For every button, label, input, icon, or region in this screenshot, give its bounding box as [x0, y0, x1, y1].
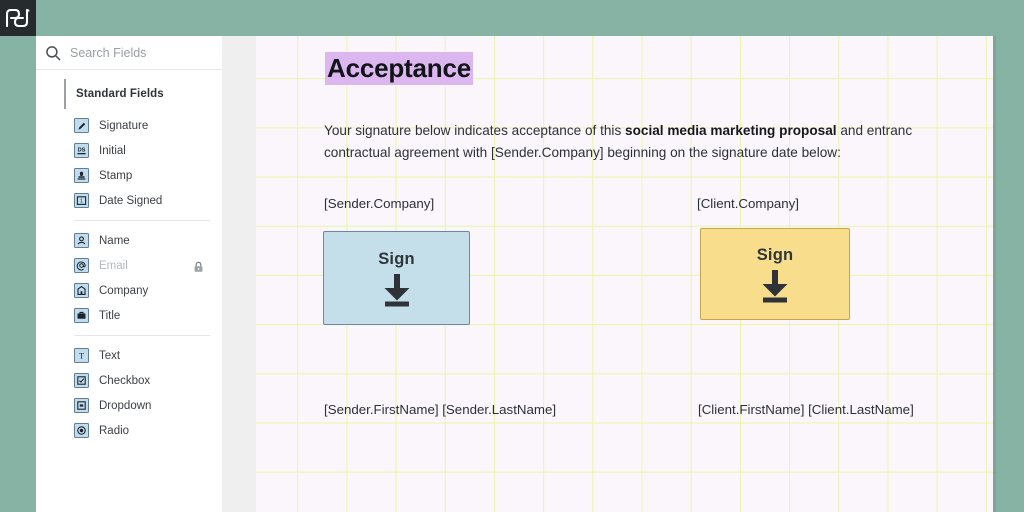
- at-sign-icon: [74, 258, 89, 273]
- download-arrow-icon: [756, 269, 794, 303]
- radio-icon: [74, 423, 89, 438]
- paragraph-line-2: contractual agreement with [Sender.Compa…: [324, 145, 841, 160]
- field-label: Company: [99, 284, 149, 297]
- left-rail: [0, 36, 36, 512]
- page-title-text: Acceptance: [325, 52, 473, 85]
- field-label: Signature: [99, 119, 149, 132]
- fields-sidebar: Standard Fields Signature DS: [36, 36, 246, 512]
- canvas-gutter: [222, 36, 256, 512]
- paragraph-line1-post: and entranc: [836, 123, 913, 138]
- svg-text:1: 1: [80, 199, 83, 205]
- section-header-standard-fields: Standard Fields: [64, 79, 222, 109]
- fields-panel-body: Standard Fields Signature DS Initial Sta…: [64, 70, 222, 512]
- sender-signature-field[interactable]: Sign: [323, 231, 470, 325]
- field-item-signature[interactable]: Signature: [64, 113, 222, 138]
- dropdown-icon: [74, 398, 89, 413]
- field-item-stamp[interactable]: Stamp: [64, 163, 222, 188]
- field-label: Initial: [99, 144, 126, 157]
- field-label: Name: [99, 234, 130, 247]
- field-group-contact: Name Email Company Title: [64, 228, 222, 328]
- field-label: Stamp: [99, 169, 133, 182]
- field-group-signing: Signature DS Initial Stamp 1 Date Signed: [64, 113, 222, 213]
- field-label: Radio: [99, 424, 130, 437]
- sender-company-label: [Sender.Company]: [324, 196, 435, 211]
- field-item-initial[interactable]: DS Initial: [64, 138, 222, 163]
- field-item-dropdown[interactable]: Dropdown: [64, 393, 222, 418]
- pen-icon: [74, 118, 89, 133]
- client-name-line: [Client.FirstName] [Client.LastName]: [698, 402, 914, 417]
- field-item-name[interactable]: Name: [64, 228, 222, 253]
- field-label: Dropdown: [99, 399, 152, 412]
- person-icon: [74, 233, 89, 248]
- paragraph-line1-pre: Your signature below indicates acceptanc…: [324, 123, 626, 138]
- field-item-text[interactable]: T Text: [64, 343, 222, 368]
- field-item-date-signed[interactable]: 1 Date Signed: [64, 188, 222, 213]
- divider: [74, 220, 210, 221]
- calendar-icon: 1: [74, 193, 89, 208]
- lock-icon: [193, 260, 204, 272]
- briefcase-icon: [74, 308, 89, 323]
- field-item-email[interactable]: Email: [64, 253, 222, 278]
- section-title: Standard Fields: [76, 88, 164, 100]
- search-bar: [36, 36, 246, 70]
- pd-logomark-icon: [6, 9, 30, 27]
- field-item-company[interactable]: Company: [64, 278, 222, 303]
- document-page[interactable]: Acceptance Your signature below indicate…: [256, 36, 993, 512]
- field-label: Checkbox: [99, 374, 151, 387]
- sign-label: Sign: [756, 245, 794, 264]
- paragraph-line-1: Your signature below indicates acceptanc…: [324, 120, 993, 142]
- ds-initials-icon: DS: [74, 143, 89, 158]
- svg-text:T: T: [79, 351, 84, 360]
- field-item-title[interactable]: Title: [64, 303, 222, 328]
- field-label: Title: [99, 309, 121, 322]
- search-input[interactable]: [70, 45, 231, 60]
- app-root: Standard Fields Signature DS: [0, 0, 1024, 512]
- checkbox-icon: [74, 373, 89, 388]
- building-icon: [74, 283, 89, 298]
- trademark-dot: [27, 9, 30, 12]
- field-item-checkbox[interactable]: Checkbox: [64, 368, 222, 393]
- field-item-radio[interactable]: Radio: [64, 418, 222, 443]
- field-label: Date Signed: [99, 194, 163, 207]
- field-label: Email: [99, 259, 128, 272]
- stamp-icon: [74, 168, 89, 183]
- sender-name-line: [Sender.FirstName] [Sender.LastName]: [324, 402, 557, 417]
- client-company-label: [Client.Company]: [697, 196, 799, 211]
- page-title: Acceptance: [325, 52, 473, 85]
- pandadoc-logo[interactable]: [0, 0, 36, 36]
- search-icon: [45, 45, 61, 61]
- paragraph-line1-bold: social media marketing proposal: [625, 123, 837, 138]
- sign-label: Sign: [378, 249, 415, 268]
- download-arrow-icon: [378, 273, 416, 307]
- page-shadow: [993, 36, 996, 512]
- text-t-icon: T: [74, 348, 89, 363]
- svg-text:DS: DS: [78, 148, 86, 154]
- divider: [74, 335, 210, 336]
- field-label: Text: [99, 349, 121, 362]
- field-group-inputs: T Text Checkbox Dropdown Radio: [64, 343, 222, 443]
- client-signature-field[interactable]: Sign: [700, 228, 850, 320]
- acceptance-paragraph: Your signature below indicates acceptanc…: [324, 120, 993, 164]
